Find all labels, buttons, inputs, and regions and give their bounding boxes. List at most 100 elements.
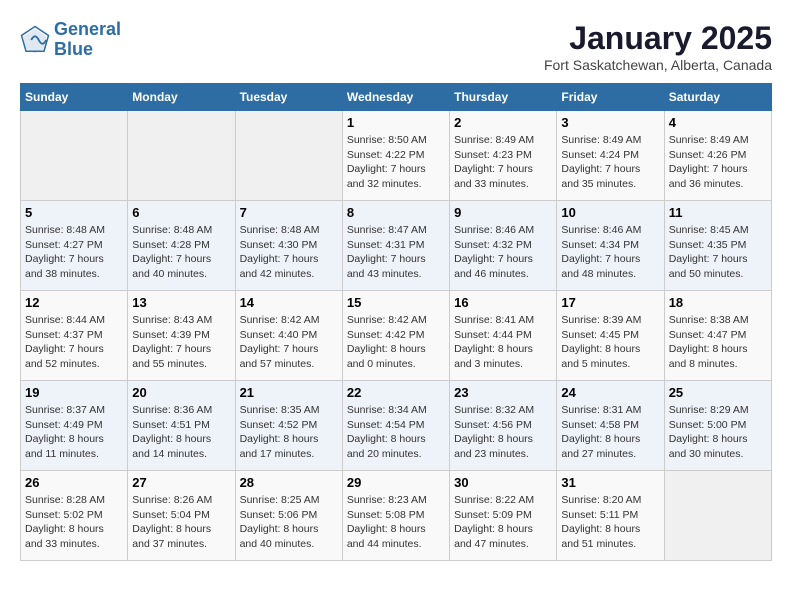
calendar-week-row: 12 Sunrise: 8:44 AM Sunset: 4:37 PM Dayli… bbox=[21, 291, 772, 381]
calendar-cell: 20 Sunrise: 8:36 AM Sunset: 4:51 PM Dayli… bbox=[128, 381, 235, 471]
day-detail: Sunrise: 8:48 AM Sunset: 4:28 PM Dayligh… bbox=[132, 223, 230, 282]
day-detail: Sunrise: 8:23 AM Sunset: 5:08 PM Dayligh… bbox=[347, 493, 445, 552]
calendar-cell: 19Sunrise: 8:37 AM Sunset: 4:49 PM Dayli… bbox=[21, 381, 128, 471]
weekday-header-friday: Friday bbox=[557, 84, 664, 111]
calendar-cell: 24 Sunrise: 8:31 AM Sunset: 4:58 PM Dayli… bbox=[557, 381, 664, 471]
day-number: 25 bbox=[669, 385, 767, 400]
day-number: 17 bbox=[561, 295, 659, 310]
day-detail: Sunrise: 8:49 AM Sunset: 4:24 PM Dayligh… bbox=[561, 133, 659, 192]
day-number: 9 bbox=[454, 205, 552, 220]
day-detail: Sunrise: 8:32 AM Sunset: 4:56 PM Dayligh… bbox=[454, 403, 552, 462]
day-number: 14 bbox=[240, 295, 338, 310]
calendar-cell: 10 Sunrise: 8:46 AM Sunset: 4:34 PM Dayli… bbox=[557, 201, 664, 291]
day-number: 6 bbox=[132, 205, 230, 220]
calendar-cell bbox=[235, 111, 342, 201]
day-number: 1 bbox=[347, 115, 445, 130]
day-detail: Sunrise: 8:41 AM Sunset: 4:44 PM Dayligh… bbox=[454, 313, 552, 372]
day-detail: Sunrise: 8:48 AM Sunset: 4:30 PM Dayligh… bbox=[240, 223, 338, 282]
day-detail: Sunrise: 8:46 AM Sunset: 4:32 PM Dayligh… bbox=[454, 223, 552, 282]
calendar-cell: 1 Sunrise: 8:50 AM Sunset: 4:22 PM Daylig… bbox=[342, 111, 449, 201]
calendar-cell: 13Sunrise: 8:43 AM Sunset: 4:39 PM Dayli… bbox=[128, 291, 235, 381]
day-detail: Sunrise: 8:31 AM Sunset: 4:58 PM Dayligh… bbox=[561, 403, 659, 462]
calendar-table: SundayMondayTuesdayWednesdayThursdayFrid… bbox=[20, 83, 772, 561]
day-number: 12 bbox=[25, 295, 123, 310]
calendar-cell: 15 Sunrise: 8:42 AM Sunset: 4:42 PM Dayli… bbox=[342, 291, 449, 381]
calendar-cell bbox=[21, 111, 128, 201]
day-detail: Sunrise: 8:22 AM Sunset: 5:09 PM Dayligh… bbox=[454, 493, 552, 552]
calendar-week-row: 19Sunrise: 8:37 AM Sunset: 4:49 PM Dayli… bbox=[21, 381, 772, 471]
calendar-cell: 8 Sunrise: 8:47 AM Sunset: 4:31 PM Daylig… bbox=[342, 201, 449, 291]
calendar-cell: 2 Sunrise: 8:49 AM Sunset: 4:23 PM Daylig… bbox=[450, 111, 557, 201]
day-number: 21 bbox=[240, 385, 338, 400]
day-detail: Sunrise: 8:38 AM Sunset: 4:47 PM Dayligh… bbox=[669, 313, 767, 372]
day-detail: Sunrise: 8:44 AM Sunset: 4:37 PM Dayligh… bbox=[25, 313, 123, 372]
day-number: 3 bbox=[561, 115, 659, 130]
month-title: January 2025 bbox=[544, 20, 772, 57]
day-number: 5 bbox=[25, 205, 123, 220]
day-detail: Sunrise: 8:26 AM Sunset: 5:04 PM Dayligh… bbox=[132, 493, 230, 552]
weekday-header-thursday: Thursday bbox=[450, 84, 557, 111]
day-number: 7 bbox=[240, 205, 338, 220]
day-number: 10 bbox=[561, 205, 659, 220]
calendar-week-row: 26Sunrise: 8:28 AM Sunset: 5:02 PM Dayli… bbox=[21, 471, 772, 561]
calendar-cell: 14 Sunrise: 8:42 AM Sunset: 4:40 PM Dayli… bbox=[235, 291, 342, 381]
weekday-header-monday: Monday bbox=[128, 84, 235, 111]
day-number: 8 bbox=[347, 205, 445, 220]
day-detail: Sunrise: 8:49 AM Sunset: 4:23 PM Dayligh… bbox=[454, 133, 552, 192]
calendar-cell: 29Sunrise: 8:23 AM Sunset: 5:08 PM Dayli… bbox=[342, 471, 449, 561]
day-number: 26 bbox=[25, 475, 123, 490]
calendar-cell: 7 Sunrise: 8:48 AM Sunset: 4:30 PM Daylig… bbox=[235, 201, 342, 291]
day-number: 31 bbox=[561, 475, 659, 490]
day-detail: Sunrise: 8:46 AM Sunset: 4:34 PM Dayligh… bbox=[561, 223, 659, 282]
day-number: 18 bbox=[669, 295, 767, 310]
day-number: 11 bbox=[669, 205, 767, 220]
day-detail: Sunrise: 8:37 AM Sunset: 4:49 PM Dayligh… bbox=[25, 403, 123, 462]
logo-line1: General bbox=[54, 19, 121, 39]
logo-text: General Blue bbox=[54, 20, 121, 60]
weekday-header-sunday: Sunday bbox=[21, 84, 128, 111]
day-detail: Sunrise: 8:36 AM Sunset: 4:51 PM Dayligh… bbox=[132, 403, 230, 462]
calendar-cell: 3 Sunrise: 8:49 AM Sunset: 4:24 PM Daylig… bbox=[557, 111, 664, 201]
day-detail: Sunrise: 8:34 AM Sunset: 4:54 PM Dayligh… bbox=[347, 403, 445, 462]
calendar-cell bbox=[664, 471, 771, 561]
day-number: 2 bbox=[454, 115, 552, 130]
calendar-cell: 18 Sunrise: 8:38 AM Sunset: 4:47 PM Dayli… bbox=[664, 291, 771, 381]
day-detail: Sunrise: 8:25 AM Sunset: 5:06 PM Dayligh… bbox=[240, 493, 338, 552]
location-subtitle: Fort Saskatchewan, Alberta, Canada bbox=[544, 57, 772, 73]
calendar-cell: 26Sunrise: 8:28 AM Sunset: 5:02 PM Dayli… bbox=[21, 471, 128, 561]
calendar-cell: 16 Sunrise: 8:41 AM Sunset: 4:44 PM Dayli… bbox=[450, 291, 557, 381]
calendar-cell: 17 Sunrise: 8:39 AM Sunset: 4:45 PM Dayli… bbox=[557, 291, 664, 381]
calendar-cell: 22Sunrise: 8:34 AM Sunset: 4:54 PM Dayli… bbox=[342, 381, 449, 471]
calendar-cell bbox=[128, 111, 235, 201]
logo-line2: Blue bbox=[54, 39, 93, 59]
day-detail: Sunrise: 8:45 AM Sunset: 4:35 PM Dayligh… bbox=[669, 223, 767, 282]
day-number: 28 bbox=[240, 475, 338, 490]
logo-icon bbox=[20, 25, 50, 55]
day-detail: Sunrise: 8:42 AM Sunset: 4:42 PM Dayligh… bbox=[347, 313, 445, 372]
day-detail: Sunrise: 8:43 AM Sunset: 4:39 PM Dayligh… bbox=[132, 313, 230, 372]
day-detail: Sunrise: 8:39 AM Sunset: 4:45 PM Dayligh… bbox=[561, 313, 659, 372]
weekday-header-wednesday: Wednesday bbox=[342, 84, 449, 111]
logo: General Blue bbox=[20, 20, 121, 60]
calendar-week-row: 5Sunrise: 8:48 AM Sunset: 4:27 PM Daylig… bbox=[21, 201, 772, 291]
day-detail: Sunrise: 8:35 AM Sunset: 4:52 PM Dayligh… bbox=[240, 403, 338, 462]
day-number: 15 bbox=[347, 295, 445, 310]
calendar-cell: 4Sunrise: 8:49 AM Sunset: 4:26 PM Daylig… bbox=[664, 111, 771, 201]
day-number: 16 bbox=[454, 295, 552, 310]
day-detail: Sunrise: 8:49 AM Sunset: 4:26 PM Dayligh… bbox=[669, 133, 767, 192]
day-number: 20 bbox=[132, 385, 230, 400]
calendar-cell: 9 Sunrise: 8:46 AM Sunset: 4:32 PM Daylig… bbox=[450, 201, 557, 291]
calendar-cell: 25Sunrise: 8:29 AM Sunset: 5:00 PM Dayli… bbox=[664, 381, 771, 471]
day-detail: Sunrise: 8:50 AM Sunset: 4:22 PM Dayligh… bbox=[347, 133, 445, 192]
day-detail: Sunrise: 8:42 AM Sunset: 4:40 PM Dayligh… bbox=[240, 313, 338, 372]
calendar-cell: 23Sunrise: 8:32 AM Sunset: 4:56 PM Dayli… bbox=[450, 381, 557, 471]
day-number: 24 bbox=[561, 385, 659, 400]
weekday-header-row: SundayMondayTuesdayWednesdayThursdayFrid… bbox=[21, 84, 772, 111]
day-number: 27 bbox=[132, 475, 230, 490]
calendar-week-row: 1 Sunrise: 8:50 AM Sunset: 4:22 PM Daylig… bbox=[21, 111, 772, 201]
day-detail: Sunrise: 8:20 AM Sunset: 5:11 PM Dayligh… bbox=[561, 493, 659, 552]
day-detail: Sunrise: 8:47 AM Sunset: 4:31 PM Dayligh… bbox=[347, 223, 445, 282]
title-block: January 2025 Fort Saskatchewan, Alberta,… bbox=[544, 20, 772, 73]
day-number: 30 bbox=[454, 475, 552, 490]
calendar-cell: 21 Sunrise: 8:35 AM Sunset: 4:52 PM Dayli… bbox=[235, 381, 342, 471]
